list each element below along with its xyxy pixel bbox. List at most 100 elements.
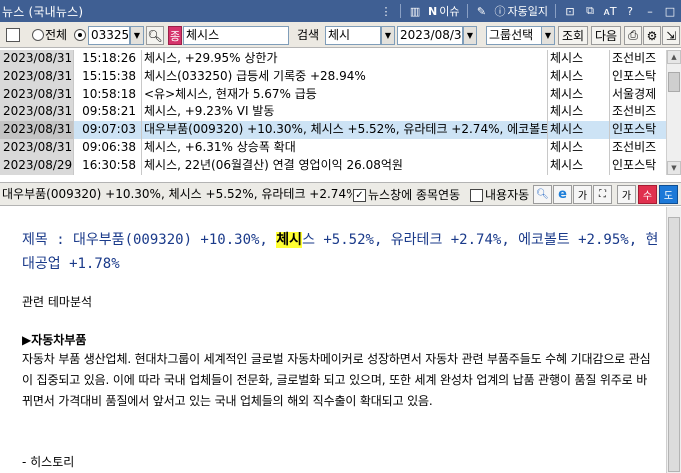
all-radio[interactable] — [32, 29, 44, 41]
news-stock-cell: 체시스 — [550, 51, 584, 65]
news-n-icon: N — [428, 4, 438, 18]
news-title-cell: 체시스, +9.23% VI 발동 — [144, 104, 275, 119]
script-icon[interactable]: ✎ — [473, 2, 491, 20]
news-source-cell: 인포스탁 — [612, 68, 657, 83]
news-date-cell: 2023/08/31 — [0, 85, 73, 104]
scroll-thumb[interactable] — [668, 217, 680, 472]
print-icon[interactable]: ⎙ — [624, 26, 642, 45]
window-link-icon[interactable]: ⊡ — [561, 2, 579, 20]
news-row[interactable]: 2023/08/31 15:18:26 체시스, +29.95% 상한가 체시스 조선비… — [0, 50, 666, 68]
info-bar: 대우부품(009320) +10.30%, 체시스 +5.52%, 유라테크 +… — [0, 182, 681, 206]
news-stock-cell: 체시스 — [550, 68, 584, 83]
selected-headline: 대우부품(009320) +10.30%, 체시스 +5.52%, 유라테크 +… — [2, 187, 352, 201]
news-source-cell: 조선비즈 — [612, 140, 657, 154]
news-title-cell: 체시스, 22년(06월결산) 연결 영업이익 26.08억원 — [144, 157, 403, 172]
layout-icon[interactable]: ▥ — [406, 2, 424, 20]
sell-button[interactable]: 도 — [659, 185, 678, 204]
news-source-cell: 인포스탁 — [612, 122, 657, 137]
news-time-cell: 09:07:03 — [82, 122, 136, 137]
news-list: 2023/08/31 15:18:26 체시스, +29.95% 상한가 체시스 조선비… — [0, 50, 666, 175]
chevron-down-icon[interactable]: ▼ — [541, 26, 555, 45]
news-time-cell: 15:15:38 — [82, 68, 136, 83]
gear-icon[interactable]: ⚙ — [643, 26, 661, 45]
news-time-cell: 15:18:26 — [82, 51, 136, 65]
buy-button[interactable]: 수 — [638, 185, 657, 204]
auto-content-label: 내용자동 — [485, 188, 530, 202]
maximize-icon[interactable]: □ — [661, 2, 679, 20]
article-body: 자동차 부품 생산업체. 현대차그룹이 세계적인 글로벌 자동차메이커로 성장하… — [22, 352, 651, 408]
group-select[interactable]: 그룹선택 — [486, 26, 542, 45]
next-button[interactable]: 다음 — [591, 26, 621, 45]
expand-icon[interactable]: ⇲ — [662, 26, 680, 45]
news-stock-cell: 체시스 — [550, 122, 584, 137]
column-divider — [609, 50, 610, 175]
news-date-cell: 2023/08/31 — [0, 67, 73, 86]
news-source-cell: 조선비즈 — [612, 104, 657, 119]
news-row[interactable]: 2023/08/31 09:07:03 대우부품(009320) +10.30%, … — [0, 121, 666, 139]
info-icon: ⓘ — [494, 5, 506, 18]
news-list-scrollbar[interactable]: ▲ ▼ — [666, 50, 681, 175]
menu-icon[interactable]: ⋮ — [377, 2, 395, 20]
news-title-cell: 대우부품(009320) +10.30%, 체시스 +5.52%, 유라테크 +… — [144, 122, 547, 137]
news-time-cell: 09:06:38 — [82, 140, 136, 154]
news-title-cell: 체시스, +6.31% 상승폭 확대 — [144, 140, 296, 154]
news-row[interactable]: 2023/08/29 16:30:58 체시스, 22년(06월결산) 연결 영업이… — [0, 156, 666, 175]
scroll-up-icon[interactable]: ▲ — [667, 50, 681, 64]
news-title-cell: <유>체시스, 현재가 5.67% 급등 — [144, 86, 317, 101]
search-input[interactable]: 체시 — [325, 26, 381, 45]
column-divider — [73, 50, 74, 175]
calendar-dropdown-icon[interactable]: ▼ — [463, 26, 477, 45]
filter-toolbar: 전체 033250 ▼ 🔍︎ 종 체시스 검색 체시 ▼ 2023/08/31 … — [0, 22, 681, 48]
date-field[interactable]: 2023/08/31 — [397, 26, 463, 45]
font-up-icon[interactable]: 가 — [617, 185, 636, 204]
article-scrollbar[interactable] — [666, 207, 681, 473]
article-subject: 제목 : 대우부품(009320) +10.30%, 체시스 +5.52%, 유… — [22, 232, 659, 272]
window-title: 뉴스 (국내뉴스) — [2, 4, 84, 19]
fullscreen-icon[interactable]: ⛶ — [593, 185, 612, 204]
stock-name-field[interactable]: 체시스 — [183, 26, 289, 45]
history-label: - 히스토리 — [22, 455, 75, 469]
news-stock-cell: 체시스 — [550, 140, 584, 154]
news-row[interactable]: 2023/08/31 10:58:18 <유>체시스, 현재가 5.67% 급등 체시… — [0, 85, 666, 104]
news-row[interactable]: 2023/08/31 15:15:38 체시스(033250) 급등세 기록중 +2… — [0, 67, 666, 86]
article-view: 제목 : 대우부품(009320) +10.30%, 체시스 +5.52%, 유… — [0, 207, 666, 473]
link-stock-option[interactable]: ✓ 뉴스창에 종목연동 — [353, 187, 460, 203]
news-issue-button[interactable]: N 이슈 — [426, 2, 461, 20]
news-stock-cell: 체시스 — [550, 104, 584, 119]
minimize-icon[interactable]: – — [641, 2, 659, 20]
auto-log-button[interactable]: ⓘ 자동일지 — [493, 2, 550, 20]
copy-icon[interactable]: ⧉ — [581, 2, 599, 20]
auto-content-option[interactable]: 내용자동 — [470, 187, 529, 203]
chevron-down-icon[interactable]: ▼ — [381, 26, 395, 45]
search-icon[interactable]: 🔍︎ — [146, 26, 164, 45]
news-title-cell: 체시스(033250) 급등세 기록중 +28.94% — [144, 68, 366, 83]
news-row[interactable]: 2023/08/31 09:06:38 체시스, +6.31% 상승폭 확대 체시스 조… — [0, 139, 666, 157]
link-stock-label: 뉴스창에 종목연동 — [368, 188, 461, 202]
link-stock-checkbox[interactable]: ✓ — [353, 188, 366, 202]
scroll-down-icon[interactable]: ▼ — [667, 161, 681, 175]
help-icon[interactable]: ? — [621, 2, 639, 20]
news-date-cell: 2023/08/31 — [0, 121, 73, 139]
news-time-cell: 10:58:18 — [82, 86, 136, 101]
favorite-stock-icon[interactable]: 종 — [168, 26, 182, 45]
font-size-icon[interactable]: ᴀT — [601, 2, 619, 20]
chevron-down-icon[interactable]: ▼ — [130, 26, 144, 45]
query-button[interactable]: 조회 — [558, 26, 588, 45]
auto-content-checkbox[interactable] — [470, 188, 483, 202]
news-row[interactable]: 2023/08/31 09:58:21 체시스, +9.23% VI 발동 체시스 조선… — [0, 103, 666, 122]
zoom-icon[interactable]: 🔍︎ — [533, 185, 552, 204]
news-date-cell: 2023/08/31 — [0, 103, 73, 122]
title-bar: 뉴스 (국내뉴스) ⋮ ▥ N 이슈 ✎ ⓘ 자동일지 ⊡ ⧉ ᴀT ? – □ — [0, 0, 681, 22]
news-date-cell: 2023/08/29 — [0, 156, 73, 175]
title-toolbar: ⋮ ▥ N 이슈 ✎ ⓘ 자동일지 ⊡ ⧉ ᴀT ? – □ — [377, 2, 679, 20]
column-divider — [547, 50, 548, 175]
stock-code-field[interactable]: 033250 — [88, 26, 130, 45]
search-highlight: 체시 — [276, 232, 303, 248]
browser-icon[interactable]: e — [553, 185, 572, 204]
stock-radio[interactable] — [74, 29, 86, 41]
select-checkbox[interactable] — [6, 28, 20, 42]
scroll-thumb[interactable] — [668, 72, 680, 92]
divider — [466, 4, 468, 18]
font-down-icon[interactable]: 가 — [573, 185, 592, 204]
news-source-cell: 인포스탁 — [612, 157, 657, 172]
